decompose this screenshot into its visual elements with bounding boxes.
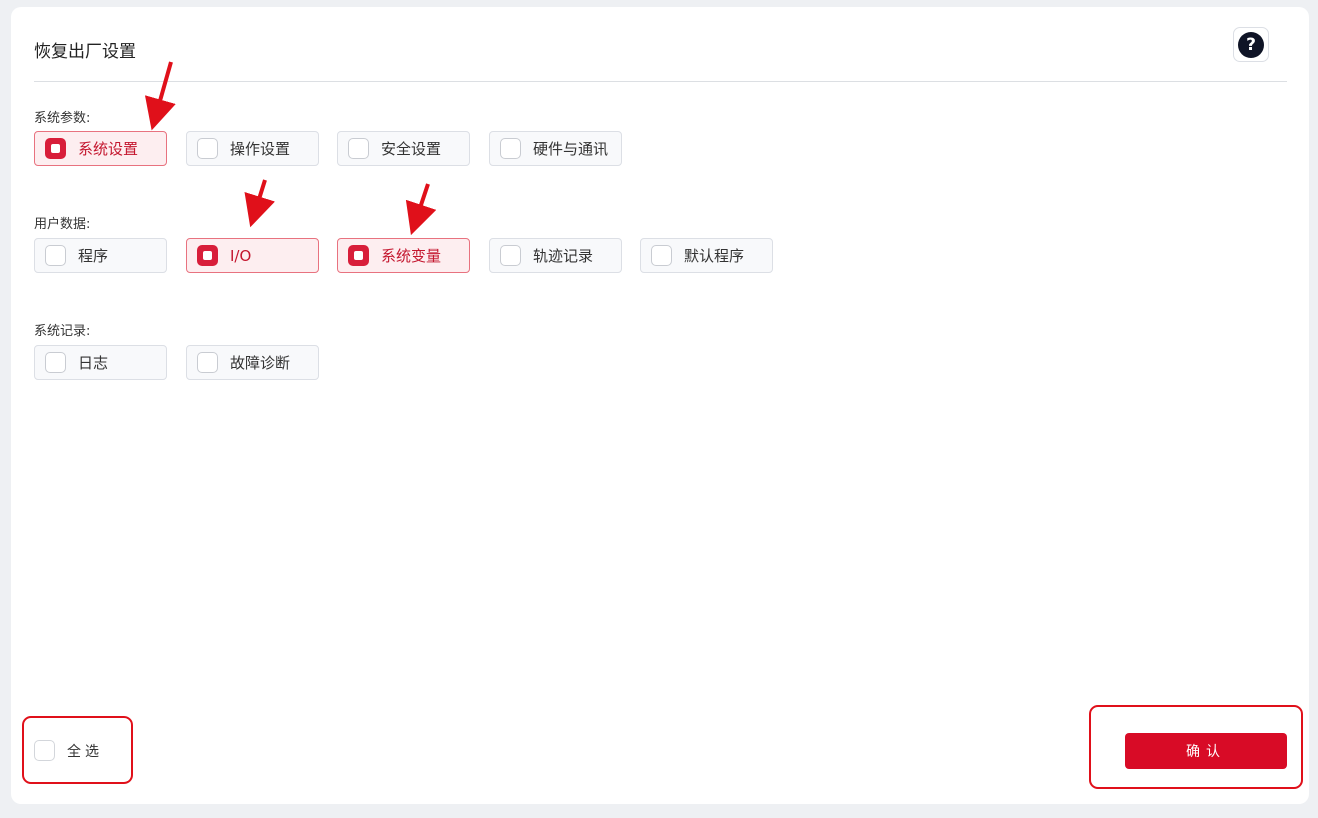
option-operation-settings[interactable]: 操作设置 bbox=[186, 131, 319, 166]
option-io[interactable]: I/O bbox=[186, 238, 319, 273]
checkbox-icon[interactable] bbox=[45, 245, 66, 266]
checkbox-icon[interactable] bbox=[500, 245, 521, 266]
option-fault-diagnosis[interactable]: 故障诊断 bbox=[186, 345, 319, 380]
option-label: 安全设置 bbox=[381, 140, 442, 158]
option-hardware-comm[interactable]: 硬件与通讯 bbox=[489, 131, 622, 166]
checkbox-icon[interactable] bbox=[197, 245, 218, 266]
help-button[interactable]: ? bbox=[1233, 27, 1269, 62]
section-label-system-params: 系统参数: bbox=[34, 111, 91, 126]
option-system-variables[interactable]: 系统变量 bbox=[337, 238, 470, 273]
option-label: 故障诊断 bbox=[230, 354, 291, 372]
option-label: 程序 bbox=[78, 247, 109, 265]
option-label: I/O bbox=[230, 246, 252, 265]
option-label: 系统设置 bbox=[78, 140, 139, 158]
option-default-program[interactable]: 默认程序 bbox=[640, 238, 773, 273]
option-label: 日志 bbox=[78, 354, 109, 372]
option-label: 轨迹记录 bbox=[533, 247, 594, 265]
option-label: 硬件与通讯 bbox=[533, 140, 609, 158]
option-label: 默认程序 bbox=[684, 247, 745, 265]
option-trajectory-records[interactable]: 轨迹记录 bbox=[489, 238, 622, 273]
option-system-settings[interactable]: 系统设置 bbox=[34, 131, 167, 166]
factory-reset-panel: 恢复出厂设置 ? 系统参数: 系统设置 操作设置 安全设置 硬件与通讯 用户数据… bbox=[11, 7, 1309, 804]
checkbox-icon[interactable] bbox=[348, 245, 369, 266]
section-label-system-records: 系统记录: bbox=[34, 324, 91, 339]
question-mark-icon: ? bbox=[1238, 31, 1264, 58]
checkbox-icon[interactable] bbox=[45, 352, 66, 373]
checkbox-icon[interactable] bbox=[197, 352, 218, 373]
option-label: 操作设置 bbox=[230, 140, 291, 158]
checkbox-icon[interactable] bbox=[197, 138, 218, 159]
checkbox-icon[interactable] bbox=[45, 138, 66, 159]
title-divider bbox=[34, 81, 1287, 82]
option-logs[interactable]: 日志 bbox=[34, 345, 167, 380]
annotation-box-confirm bbox=[1089, 705, 1303, 789]
annotation-box-select-all bbox=[22, 716, 133, 784]
checkbox-icon[interactable] bbox=[651, 245, 672, 266]
option-security-settings[interactable]: 安全设置 bbox=[337, 131, 470, 166]
section-label-user-data: 用户数据: bbox=[34, 217, 91, 232]
checkbox-icon[interactable] bbox=[348, 138, 369, 159]
checkbox-icon[interactable] bbox=[500, 138, 521, 159]
option-label: 系统变量 bbox=[381, 247, 442, 265]
option-programs[interactable]: 程序 bbox=[34, 238, 167, 273]
page-title: 恢复出厂设置 bbox=[34, 42, 136, 62]
